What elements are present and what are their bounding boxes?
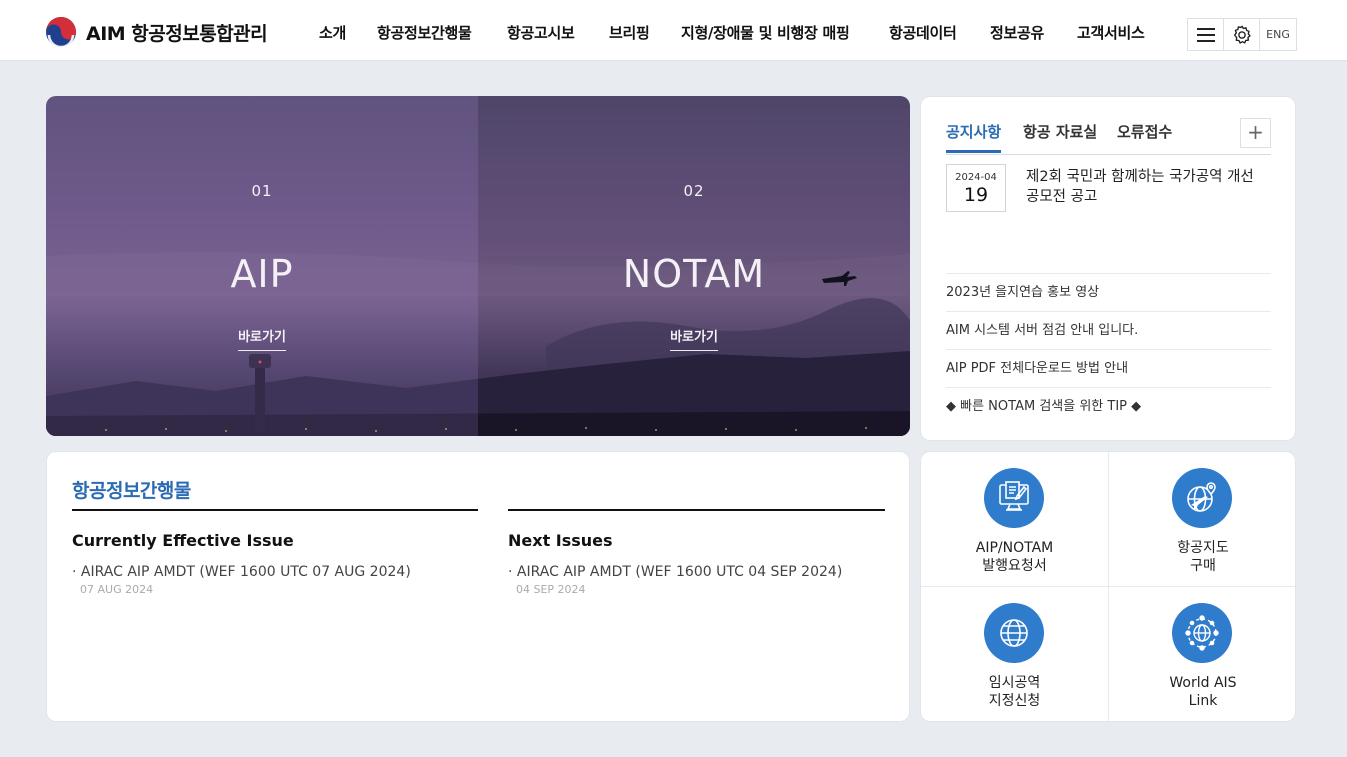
tab-aero-library[interactable]: 항공 자료실 <box>1023 121 1097 150</box>
hero-notam-panel[interactable]: 02 NOTAM 바로가기 <box>478 96 910 436</box>
quick-link-label: World AIS Link <box>1169 675 1237 709</box>
quick-links-card: AIP/NOTAM 발행요청서 항공지도 구매 임시공역 지정신청 World … <box>920 451 1296 722</box>
current-issue-heading: Currently Effective Issue <box>72 531 294 550</box>
aip-publications-card: 항공정보간행물 Currently Effective Issue · AIRA… <box>46 451 910 722</box>
next-issue-heading: Next Issues <box>508 531 613 550</box>
hero-notam-number: 02 <box>683 182 705 200</box>
current-issue-column: Currently Effective Issue · AIRAC AIP AM… <box>72 509 478 596</box>
next-issue-date: 04 SEP 2024 <box>516 583 586 596</box>
quick-link-aero-chart-purchase[interactable]: 항공지도 구매 <box>1109 452 1295 587</box>
gear-icon <box>1233 25 1251 44</box>
network-globe-icon <box>1172 603 1232 663</box>
quick-link-temporary-airspace[interactable]: 임시공역 지정신청 <box>921 587 1109 721</box>
notice-list-item[interactable]: 2023년 을지연습 홍보 영상 <box>946 273 1271 311</box>
nav-info-share[interactable]: 정보공유 <box>990 22 1044 43</box>
nav-terrain-obstacle-mapping[interactable]: 지형/장애물 및 비행장 매핑 <box>681 22 850 43</box>
notice-list-item[interactable]: ◆ 빠른 NOTAM 검색을 위한 TIP ◆ <box>946 387 1271 425</box>
site-title: AIM 항공정보통합관리 <box>86 22 268 45</box>
featured-notice-title[interactable]: 제2회 국민과 함께하는 국가공역 개선 공모전 공고 <box>1026 167 1256 207</box>
nav-briefing[interactable]: 브리핑 <box>609 22 650 43</box>
quick-link-label: 항공지도 구매 <box>1177 540 1229 574</box>
notice-tabs: 공지사항 항공 자료실 오류접수 <box>946 119 1271 155</box>
featured-date-year-month: 2024-04 <box>955 172 997 183</box>
current-issue-date: 07 AUG 2024 <box>80 583 154 596</box>
quick-link-world-ais[interactable]: World AIS Link <box>1109 587 1295 721</box>
notice-list: 2023년 을지연습 홍보 영상 AIM 시스템 서버 점검 안내 입니다. A… <box>946 273 1271 425</box>
language-button[interactable]: ENG <box>1260 19 1296 50</box>
notice-list-item[interactable]: AIP PDF 전체다운로드 방법 안내 <box>946 349 1271 387</box>
current-issue-link[interactable]: · AIRAC AIP AMDT (WEF 1600 UTC 07 AUG 20… <box>72 564 478 580</box>
hero-notam-title: NOTAM <box>622 252 766 296</box>
hero-aip-link[interactable]: 바로가기 <box>238 326 286 351</box>
hero-aip-title: AIP <box>230 252 294 296</box>
hero-aip-number: 01 <box>251 182 273 200</box>
quick-link-aip-notam-request[interactable]: AIP/NOTAM 발행요청서 <box>921 452 1109 587</box>
hero-notam-link[interactable]: 바로가기 <box>670 326 718 351</box>
hamburger-icon <box>1196 27 1215 42</box>
tab-error-report[interactable]: 오류접수 <box>1117 121 1172 150</box>
quick-link-label: 임시공역 지정신청 <box>988 675 1041 709</box>
notice-card: 공지사항 항공 자료실 오류접수 + 2024-04 19 제2회 국민과 함께… <box>920 96 1296 441</box>
nav-customer-service[interactable]: 고객서비스 <box>1077 22 1145 43</box>
site-logo[interactable]: AIM 항공정보통합관리 <box>45 16 268 48</box>
document-request-icon <box>984 468 1044 528</box>
site-header: AIM 항공정보통합관리 소개 항공정보간행물 항공고시보 브리핑 지형/장애물… <box>0 0 1347 61</box>
tab-notices[interactable]: 공지사항 <box>946 121 1002 153</box>
menu-button[interactable] <box>1188 19 1224 50</box>
nav-intro[interactable]: 소개 <box>319 22 346 43</box>
featured-date-badge: 2024-04 19 <box>946 164 1006 212</box>
quick-link-label: AIP/NOTAM 발행요청서 <box>975 540 1054 574</box>
settings-button[interactable] <box>1224 19 1260 50</box>
featured-date-day: 19 <box>963 184 989 206</box>
next-issue-column: Next Issues · AIRAC AIP AMDT (WEF 1600 U… <box>508 509 885 596</box>
nav-notam[interactable]: 항공고시보 <box>507 22 575 43</box>
notice-list-item[interactable]: AIM 시스템 서버 점검 안내 입니다. <box>946 311 1271 349</box>
hero-banner: 01 AIP 바로가기 02 NOTAM 바로가기 <box>46 96 910 436</box>
globe-icon <box>984 603 1044 663</box>
more-button[interactable]: + <box>1240 118 1271 148</box>
hero-aip-panel[interactable]: 01 AIP 바로가기 <box>46 96 478 436</box>
utility-buttons: ENG <box>1187 18 1297 51</box>
airplane-globe-icon <box>1172 468 1232 528</box>
next-issue-link[interactable]: · AIRAC AIP AMDT (WEF 1600 UTC 04 SEP 20… <box>508 564 885 580</box>
taegeuk-logo-icon <box>46 17 76 48</box>
publications-title: 항공정보간행물 <box>72 480 191 502</box>
nav-aero-data[interactable]: 항공데이터 <box>889 22 957 43</box>
nav-aip-publications[interactable]: 항공정보간행물 <box>377 22 472 43</box>
